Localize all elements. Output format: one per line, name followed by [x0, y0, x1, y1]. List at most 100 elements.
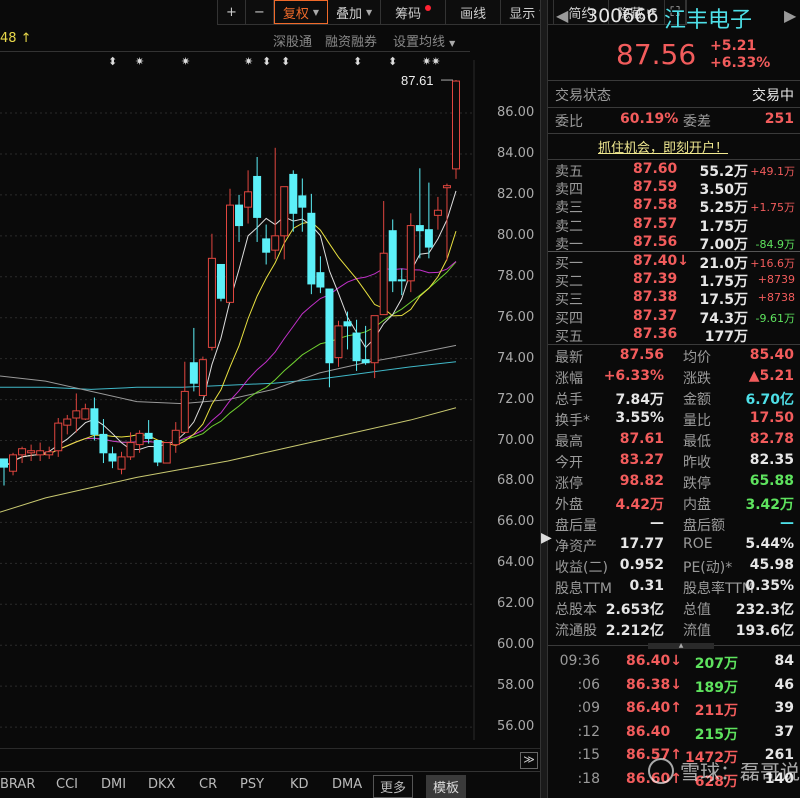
tab-dkx[interactable]: DKX [148, 777, 175, 792]
candle-up [45, 451, 54, 456]
stat-row: 净资产 17.77 ROE 5.44% [548, 536, 800, 556]
candle-down [99, 433, 108, 454]
tab-cr[interactable]: CR [199, 777, 217, 792]
candle-up [171, 429, 180, 446]
candle-down [343, 321, 352, 327]
stat-label: 收益(二) [555, 560, 608, 576]
ma120-line [0, 361, 457, 390]
fuquan-dropdown[interactable]: 复权 ▼ [273, 0, 328, 24]
kline-chart[interactable]: 87.61 [0, 60, 475, 740]
divider [548, 251, 800, 252]
ma60-line [0, 344, 457, 405]
zoom-out-button[interactable]: − [246, 0, 274, 24]
tab-brar[interactable]: BRAR [0, 777, 35, 792]
stat-label: 股息率TTM [683, 581, 754, 597]
price-tick-label: 70.00 [497, 432, 535, 448]
ask-delta: +1.75万 [750, 201, 795, 215]
stat-label: 最高 [555, 434, 583, 450]
tick-row: :09 86.40↑ 211万 39 [548, 700, 800, 720]
xueqiu-logo-icon [648, 757, 674, 784]
candle-down [424, 229, 433, 248]
zoom-in-button[interactable]: + [218, 0, 246, 24]
bid-volume: 74.3万 [699, 310, 748, 327]
set-ma-dropdown[interactable]: 设置均线 ▼ [393, 31, 455, 50]
price-change: +5.21 [710, 38, 757, 54]
candle-up [9, 454, 18, 472]
ask-delta: -84.9万 [755, 237, 795, 251]
margin-link[interactable]: 融资融券 [325, 31, 377, 50]
stat-value: +6.33% [603, 368, 664, 384]
stat-value: ▲5.21 [748, 368, 794, 384]
display-label: 显示 [509, 6, 536, 22]
stat-value: 17.50 [749, 410, 794, 426]
bid-row: 买五 87.36 177万 [548, 326, 800, 346]
stat-row: 换手* 3.55% 量比 17.50 [548, 410, 800, 430]
stat-row: 外盘 4.42万 内盘 3.42万 [548, 494, 800, 514]
status-row: 交易状态 交易中 [548, 85, 800, 105]
price-tick-label: 82.00 [497, 186, 535, 202]
level-label: 买四 [555, 310, 583, 327]
stat-row: 收益(二) 0.952 PE(动)* 45.98 [548, 557, 800, 577]
stat-label: 总股本 [555, 602, 597, 618]
tick-price: 86.40↓ [626, 653, 683, 669]
price-tick-label: 80.00 [497, 227, 535, 243]
wb-label: 委比 [555, 114, 583, 130]
tick-row: :12 86.40 215万 37 [548, 724, 800, 744]
tick-time: :12 [577, 723, 600, 740]
tick-price: 86.40 [626, 723, 671, 740]
open-account-banner[interactable]: 抓住机会，即刻开户！ [548, 137, 800, 157]
stat-value: 2.212亿 [605, 623, 664, 639]
stat-label: 昨收 [683, 455, 711, 471]
tab-cci[interactable]: CCI [56, 777, 78, 792]
scroll-up-handle[interactable]: ▲ [648, 643, 714, 649]
stat-label: 换手* [555, 413, 590, 429]
status-value: 交易中 [752, 88, 794, 104]
overlay-dropdown[interactable]: 叠加 ▼ [328, 0, 382, 24]
stat-label: 均价 [683, 350, 711, 366]
stat-value: 65.88 [749, 473, 794, 489]
tab-dmi[interactable]: DMI [101, 777, 126, 792]
level-label: 卖四 [555, 182, 583, 199]
caret-down-icon: ▼ [312, 7, 319, 17]
next-stock-icon[interactable]: ▶ [784, 6, 796, 25]
open-account-link[interactable]: 抓住机会，即刻开户！ [598, 137, 728, 156]
tick-row: :06 86.38↓ 189万 46 [548, 677, 800, 697]
ask-price: 87.57 [633, 215, 678, 232]
bid-row: 买三 87.38 17.5万 +8738 [548, 289, 800, 309]
bid-price: 87.36 [633, 325, 678, 342]
stat-row: 涨停 98.82 跌停 65.88 [548, 473, 800, 493]
stat-row: 最新 87.56 均价 85.40 [548, 347, 800, 367]
stat-value: 232.3亿 [735, 602, 794, 618]
candle-up [271, 235, 280, 251]
candle-down [397, 279, 406, 282]
panel-splitter[interactable]: ▶ [540, 0, 552, 798]
tab-kd[interactable]: KD [290, 777, 309, 792]
prev-stock-icon[interactable]: ◀ [556, 6, 568, 25]
candle-down [153, 440, 162, 463]
tick-volume: 211万 [694, 703, 738, 719]
tab-dma[interactable]: DMA [332, 777, 362, 792]
price-tick-label: 76.00 [497, 309, 535, 325]
price-tick-label: 72.00 [497, 391, 535, 407]
tick-count: 39 [774, 700, 794, 716]
sgt-link[interactable]: 深股通 [273, 31, 312, 50]
candle-up [226, 204, 234, 303]
bid-volume: 21.0万 [699, 256, 748, 272]
candle-up [334, 325, 343, 359]
ask-row: 卖五 87.60 55.2万 +49.1万 [548, 161, 800, 181]
tick-time: :06 [577, 676, 600, 693]
bid-delta: +8739 [757, 273, 795, 287]
tick-volume: 189万 [694, 679, 738, 696]
stat-row: 最高 87.61 最低 82.78 [548, 431, 800, 451]
more-button[interactable]: 更多 [373, 775, 414, 798]
stat-value: 87.56 [619, 347, 664, 363]
tab-psy[interactable]: PSY [240, 777, 264, 792]
draw-button[interactable]: 画线 [446, 0, 502, 24]
bid-delta: +8738 [757, 291, 795, 305]
price-tick-label: 74.00 [497, 350, 535, 366]
template-button[interactable]: 模板 [426, 775, 467, 798]
ask-volume: 3.50万 [699, 182, 748, 199]
expand-indicators-button[interactable]: ≫ [520, 752, 538, 769]
stat-label: 流通股 [555, 623, 597, 639]
chips-button[interactable]: 筹码 [381, 0, 447, 24]
